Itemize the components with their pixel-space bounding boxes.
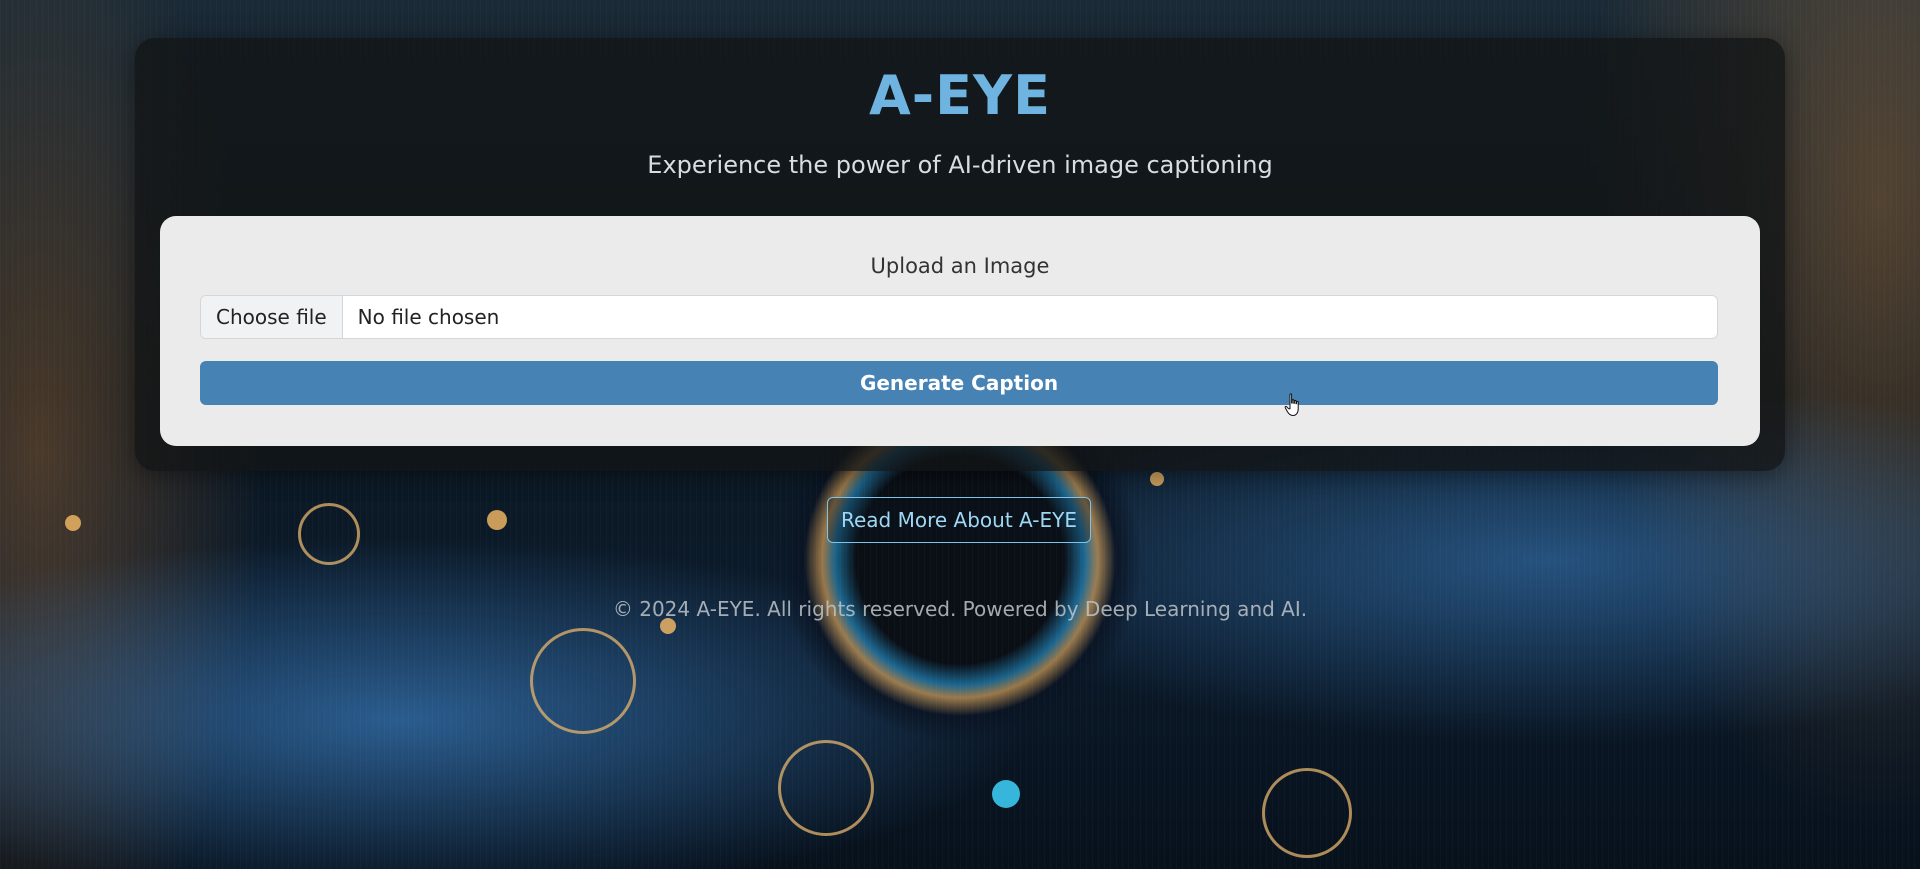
footer-copyright: © 2024 A-EYE. All rights reserved. Power… [612,597,1308,621]
background-decor-dot [1150,472,1164,486]
read-more-button[interactable]: Read More About A-EYE [827,497,1091,543]
app-title: A-EYE [868,64,1052,127]
background-decor-dot [65,515,81,531]
background-decor-ring [298,503,360,565]
pointer-cursor-icon [1284,393,1299,417]
file-status-text: No file chosen [357,305,500,329]
upload-panel: Upload an Image Choose file No file chos… [160,216,1760,446]
file-input[interactable]: Choose file No file chosen [200,295,1718,339]
background-decor-ring [778,740,874,836]
generate-caption-button[interactable]: Generate Caption [200,361,1718,405]
hero-card: A-EYE Experience the power of AI-driven … [135,38,1785,471]
background-decor-ring [530,628,636,734]
background-decor-ring [1262,768,1352,858]
upload-label: Upload an Image [870,254,1050,278]
background-decor-dot [487,510,507,530]
background-decor-dot [992,780,1020,808]
choose-file-button[interactable]: Choose file [201,296,343,338]
app-subtitle: Experience the power of AI-driven image … [647,151,1273,179]
